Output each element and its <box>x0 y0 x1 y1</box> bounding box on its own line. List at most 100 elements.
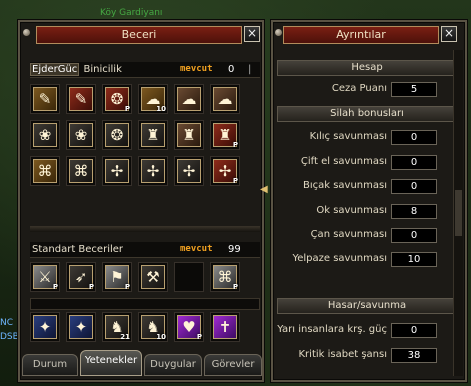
stat-label: Çift el savunması <box>300 156 387 167</box>
skill-slot[interactable]: ♥ P <box>174 312 204 342</box>
book-blue-icon[interactable]: ✦ <box>69 315 93 339</box>
skill-slot[interactable]: ♞ 21 <box>102 312 132 342</box>
skill-group-header: EjderGüc Binicilik mevcut 0 | <box>30 62 260 78</box>
stat-value: 38 <box>391 348 437 363</box>
details-scrollbar[interactable] <box>453 50 463 376</box>
skill-info-bar <box>30 298 260 310</box>
skill-slot[interactable]: ✢ <box>102 156 132 186</box>
stat-value: 0 <box>391 228 437 243</box>
skill-slot[interactable]: ☁ 10 <box>138 84 168 114</box>
skill-level-badge: P <box>124 105 130 113</box>
skill-level-badge: P <box>232 283 238 291</box>
pillar-icon[interactable]: ♜ <box>141 123 165 147</box>
skills-close-button[interactable]: × <box>244 26 260 42</box>
skill-slot[interactable]: ✢ <box>174 156 204 186</box>
skill-group-tab-ejdergucu[interactable]: EjderGüc <box>30 63 80 76</box>
collapse-arrow-icon[interactable]: ◀ <box>260 184 268 195</box>
cross-icon[interactable]: ✝ <box>213 315 237 339</box>
available-points-label: mevcut <box>180 244 213 254</box>
tab-gorevler[interactable]: Görevler <box>204 354 262 376</box>
stat-label: Bıçak savunması <box>302 180 387 191</box>
details-window-title[interactable]: Ayrıntılar <box>283 26 439 44</box>
skill-slot[interactable]: ☁ <box>210 84 240 114</box>
section-header-silah-bonuslari: Silah bonusları <box>277 106 457 122</box>
scrollbar-thumb[interactable] <box>455 190 462 236</box>
available-points-label: mevcut <box>180 64 213 74</box>
stat-value: 8 <box>391 204 437 219</box>
skill-grid-primary: ✎ ✎ ❂ P ☁ 10 ☁ ☁ ❀ ❀ ❂ ♜ ♜ ♜ P ⌘ ⌘ ✢ ✢ ✢ ✢ P <box>30 84 240 186</box>
skill-level-badge: P <box>232 177 238 185</box>
stat-label: Ok savunması <box>316 205 387 216</box>
stat-label: Kılıç savunması <box>309 131 387 142</box>
skill-slot[interactable]: ✎ <box>66 84 96 114</box>
skill-slot[interactable]: ♜ <box>174 120 204 150</box>
skill-level-badge: P <box>52 283 58 291</box>
details-close-button[interactable]: × <box>441 26 457 42</box>
dragon-icon[interactable]: ☁ <box>213 87 237 111</box>
stat-value: 0 <box>391 155 437 170</box>
knot-icon[interactable]: ⌘ <box>69 159 93 183</box>
skill-slot[interactable]: ☁ <box>174 84 204 114</box>
shuriken-icon[interactable]: ✢ <box>141 159 165 183</box>
shuriken-icon[interactable]: ✢ <box>105 159 129 183</box>
knot-icon[interactable]: ⌘ <box>33 159 57 183</box>
skills-window-title[interactable]: Beceri <box>36 26 242 44</box>
skill-slot[interactable]: ✝ <box>210 312 240 342</box>
skill-slot[interactable]: ❀ <box>66 120 96 150</box>
shuriken-icon[interactable]: ✢ <box>177 159 201 183</box>
standard-skills-title: Standart Beceriler <box>32 244 124 255</box>
character-tabs: Durum Yetenekler Duygular Görevler <box>22 346 262 380</box>
skill-slot[interactable]: ✎ <box>30 84 60 114</box>
npc-name-label: Köy Gardiyanı <box>100 8 163 18</box>
scroll-icon[interactable]: ✎ <box>69 87 93 111</box>
skill-level-badge: P <box>196 333 202 341</box>
swirl-icon[interactable]: ❀ <box>69 123 93 147</box>
dragon-coil-icon[interactable]: ❂ <box>105 123 129 147</box>
skill-slot[interactable]: ❂ P <box>102 84 132 114</box>
skill-slot[interactable]: ♜ <box>138 120 168 150</box>
skill-level-badge: P <box>124 283 130 291</box>
pillar-icon[interactable]: ♜ <box>177 123 201 147</box>
scroll-icon[interactable]: ✎ <box>33 87 57 111</box>
stat-label: Yelpaze savunması <box>292 253 387 264</box>
skill-level-badge: 10 <box>156 333 166 341</box>
skill-slot[interactable]: ♜ P <box>210 120 240 150</box>
skill-slot[interactable]: ⌘ P <box>210 262 240 292</box>
stat-label: Kritik isabet şansı <box>298 349 388 360</box>
tab-yetenekler[interactable]: Yetenekler <box>80 350 142 376</box>
tab-durum[interactable]: Durum <box>22 354 78 376</box>
swirl-icon[interactable]: ❀ <box>33 123 57 147</box>
skill-slot[interactable]: ➶ P <box>66 262 96 292</box>
details-window: Ayrıntılar × Hesap Ceza Puanı 5 Silah bo… <box>271 20 467 382</box>
skill-slot[interactable]: ✢ P <box>210 156 240 186</box>
skill-slot[interactable]: ✦ <box>66 312 96 342</box>
skill-grid-standard: ⚔ P ➶ P ⚑ P ⚒ ⌘ P <box>30 262 240 292</box>
stat-label: Çan savunması <box>310 229 387 240</box>
skill-slot[interactable]: ⌘ <box>30 156 60 186</box>
skill-slot[interactable]: ✦ <box>30 312 60 342</box>
dragon-icon[interactable]: ☁ <box>177 87 201 111</box>
corner-stud <box>275 29 282 36</box>
stat-value: 10 <box>391 252 437 267</box>
points-separator: | <box>248 64 252 75</box>
tab-duygular[interactable]: Duygular <box>144 354 202 376</box>
book-gold-icon[interactable]: ✦ <box>33 315 57 339</box>
skill-slot[interactable] <box>174 262 204 292</box>
skill-slot[interactable]: ✢ <box>138 156 168 186</box>
skill-slot[interactable]: ♞ 10 <box>138 312 168 342</box>
corner-stud <box>23 29 30 36</box>
skill-slot[interactable]: ⚑ P <box>102 262 132 292</box>
skill-slot[interactable]: ❀ <box>30 120 60 150</box>
skill-slot[interactable]: ❂ <box>102 120 132 150</box>
skill-slot[interactable]: ⚔ P <box>30 262 60 292</box>
skill-group-tab-binicilik[interactable]: Binicilik <box>82 64 122 75</box>
skill-level-badge: 10 <box>156 105 166 113</box>
skill-slot[interactable]: ⌘ <box>66 156 96 186</box>
stat-value: 5 <box>391 82 437 97</box>
pickaxe-icon[interactable]: ⚒ <box>141 265 165 289</box>
stat-value: 0 <box>391 323 437 338</box>
offscreen-label: DSB <box>0 332 19 342</box>
skill-slot[interactable]: ⚒ <box>138 262 168 292</box>
stat-label: Yarı insanlara krş. güç <box>277 324 387 335</box>
section-divider <box>30 226 260 232</box>
